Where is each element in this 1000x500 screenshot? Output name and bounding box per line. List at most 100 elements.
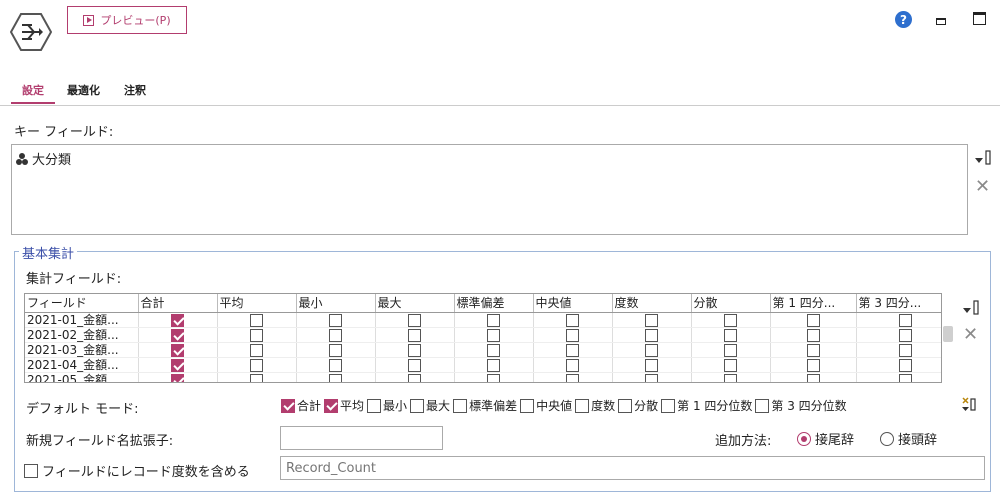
maximize-icon[interactable]	[973, 12, 986, 25]
aggregate-checkbox[interactable]	[898, 313, 912, 326]
aggregate-checkbox[interactable]	[898, 373, 912, 382]
default-mode-checkbox[interactable]	[618, 398, 633, 413]
table-row[interactable]: 2021-02_金額...	[25, 327, 941, 343]
tab-annotations[interactable]: 注釈	[124, 82, 146, 102]
aggregate-checkbox[interactable]	[171, 358, 184, 371]
aggregate-checkbox[interactable]	[408, 358, 421, 371]
column-header[interactable]: 中央値	[533, 294, 613, 313]
prefix-radio[interactable]: 接頭辞	[880, 429, 937, 448]
table-row[interactable]: 2021-05_金額...	[25, 372, 941, 382]
aggregate-checkbox[interactable]	[806, 343, 820, 356]
add-key-field-icon[interactable]	[974, 150, 992, 166]
aggregate-checkbox[interactable]	[724, 328, 737, 341]
help-icon[interactable]: ?	[895, 11, 912, 28]
aggregate-checkbox[interactable]	[806, 328, 820, 341]
aggregate-checkbox[interactable]	[645, 373, 658, 382]
aggregate-checkbox[interactable]	[250, 343, 263, 356]
aggregate-checkbox[interactable]	[487, 373, 500, 382]
aggregate-checkbox[interactable]	[408, 343, 421, 356]
aggregate-checkbox[interactable]	[329, 373, 342, 382]
preview-button[interactable]: プレビュー(P)	[67, 6, 187, 34]
new-field-suffix-input[interactable]	[280, 426, 443, 450]
aggregate-fields-table[interactable]: フィールド 合計 平均 最小 最大 標準偏差 中央値 度数 分散第 1 四分... 第 3 四分.…	[24, 293, 942, 383]
aggregate-checkbox[interactable]	[171, 343, 184, 356]
default-mode-checkbox[interactable]	[575, 398, 590, 413]
aggregate-checkbox[interactable]	[806, 373, 820, 382]
suffix-radio[interactable]: 接尾辞	[797, 429, 854, 448]
column-header[interactable]: 合計	[138, 294, 218, 313]
table-row[interactable]: 2021-01_金額...	[25, 312, 941, 328]
aggregate-checkbox[interactable]	[566, 358, 579, 371]
aggregate-checkbox[interactable]	[487, 358, 500, 371]
add-aggregate-field-icon[interactable]	[962, 300, 980, 316]
aggregate-checkbox[interactable]	[724, 343, 737, 356]
column-header[interactable]: 第 1 四分...	[770, 294, 857, 313]
aggregate-checkbox[interactable]	[566, 343, 579, 356]
aggregate-checkbox[interactable]	[724, 358, 737, 371]
table-row[interactable]: 2021-04_金額...	[25, 357, 941, 373]
aggregate-checkbox[interactable]	[329, 313, 342, 326]
prefix-radio-button[interactable]	[880, 431, 894, 446]
aggregate-checkbox[interactable]	[487, 328, 500, 341]
default-mode-checkbox[interactable]	[453, 398, 468, 413]
aggregate-checkbox[interactable]	[408, 313, 421, 326]
column-header[interactable]: 度数	[612, 294, 692, 313]
default-mode-checkbox[interactable]	[324, 398, 339, 413]
aggregate-checkbox[interactable]	[566, 328, 579, 341]
column-header[interactable]: 標準偏差	[454, 294, 534, 313]
aggregate-checkbox[interactable]	[329, 343, 342, 356]
aggregate-checkbox[interactable]	[171, 313, 184, 326]
column-header[interactable]: フィールド	[25, 294, 139, 313]
column-header[interactable]: 第 3 四分...	[856, 294, 941, 313]
minimize-icon[interactable]	[936, 18, 946, 25]
aggregate-checkbox[interactable]	[898, 358, 912, 371]
column-header[interactable]: 最小	[296, 294, 376, 313]
aggregate-checkbox[interactable]	[487, 343, 500, 356]
aggregate-checkbox[interactable]	[806, 313, 820, 326]
aggregate-checkbox[interactable]	[329, 328, 342, 341]
aggregate-checkbox[interactable]	[898, 343, 912, 356]
aggregate-checkbox[interactable]	[250, 358, 263, 371]
apply-default-mode-icon[interactable]	[960, 396, 978, 412]
aggregate-checkbox[interactable]	[724, 313, 737, 326]
aggregate-checkbox[interactable]	[171, 373, 184, 382]
aggregate-checkbox[interactable]	[566, 313, 579, 326]
aggregate-checkbox[interactable]	[408, 328, 421, 341]
aggregate-checkbox[interactable]	[250, 373, 263, 382]
aggregate-checkbox[interactable]	[645, 358, 658, 371]
aggregate-checkbox[interactable]	[250, 328, 263, 341]
default-mode-checkbox[interactable]	[410, 398, 425, 413]
record-count-field-input[interactable]	[280, 456, 985, 480]
aggregate-checkbox[interactable]	[898, 328, 912, 341]
default-mode-checkbox[interactable]	[281, 398, 295, 413]
column-header[interactable]: 最大	[375, 294, 455, 313]
default-mode-checkbox[interactable]	[755, 398, 770, 413]
aggregate-checkbox[interactable]	[645, 313, 658, 326]
delete-key-field-icon[interactable]: ✕	[975, 178, 990, 196]
tab-optimization[interactable]: 最適化	[67, 82, 100, 102]
record-count-checkbox[interactable]	[24, 463, 38, 478]
default-mode-checkbox[interactable]	[367, 398, 382, 413]
aggregate-checkbox[interactable]	[171, 328, 184, 341]
key-fields-list[interactable]	[11, 144, 968, 235]
suffix-radio-button[interactable]	[797, 431, 811, 446]
aggregate-checkbox[interactable]	[250, 313, 263, 326]
tab-settings[interactable]: 設定	[22, 82, 44, 102]
table-row[interactable]: 2021-03_金額...	[25, 342, 941, 358]
default-mode-checkbox[interactable]	[520, 398, 535, 413]
column-header[interactable]: 分散	[691, 294, 771, 313]
aggregate-checkbox[interactable]	[329, 358, 342, 371]
default-mode-checkbox[interactable]	[661, 398, 676, 413]
aggregate-checkbox[interactable]	[724, 373, 737, 382]
aggregate-checkbox[interactable]	[487, 313, 500, 326]
aggregate-checkbox[interactable]	[566, 373, 579, 382]
table-scroll-thumb[interactable]	[943, 326, 953, 342]
aggregate-checkbox[interactable]	[408, 373, 421, 382]
delete-aggregate-field-icon[interactable]: ✕	[963, 326, 978, 344]
aggregate-checkbox[interactable]	[645, 328, 658, 341]
key-field-item[interactable]: 大分類	[16, 149, 71, 168]
record-count-checkbox-row[interactable]: フィールドにレコード度数を含める	[24, 461, 250, 480]
aggregate-checkbox[interactable]	[806, 358, 820, 371]
aggregate-checkbox[interactable]	[645, 343, 658, 356]
column-header[interactable]: 平均	[217, 294, 297, 313]
